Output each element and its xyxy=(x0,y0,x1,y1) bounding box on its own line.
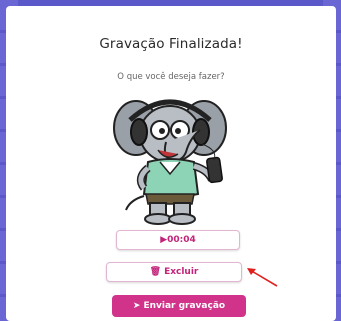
play-recording-button[interactable]: ▶00:04 xyxy=(116,230,240,250)
red-arrow-annotation-icon xyxy=(247,268,278,287)
dialog-subtitle: O que você deseja fazer? xyxy=(117,72,225,82)
playback-time-label: ▶00:04 xyxy=(160,235,196,245)
delete-button-label: Excluir xyxy=(164,267,199,277)
recording-finished-dialog: Gravação Finalizada! O que você deseja f… xyxy=(6,6,336,321)
trash-icon: 🗑 xyxy=(149,267,162,277)
send-button-label: Enviar gravação xyxy=(143,301,226,311)
delete-recording-button[interactable]: 🗑 Excluir xyxy=(106,262,242,282)
send-arrow-icon: ➤ xyxy=(132,301,141,311)
send-recording-button[interactable]: ➤ Enviar gravação xyxy=(112,295,246,317)
dialog-title: Gravação Finalizada! xyxy=(99,36,243,52)
elephant-mascot-icon xyxy=(113,99,227,225)
